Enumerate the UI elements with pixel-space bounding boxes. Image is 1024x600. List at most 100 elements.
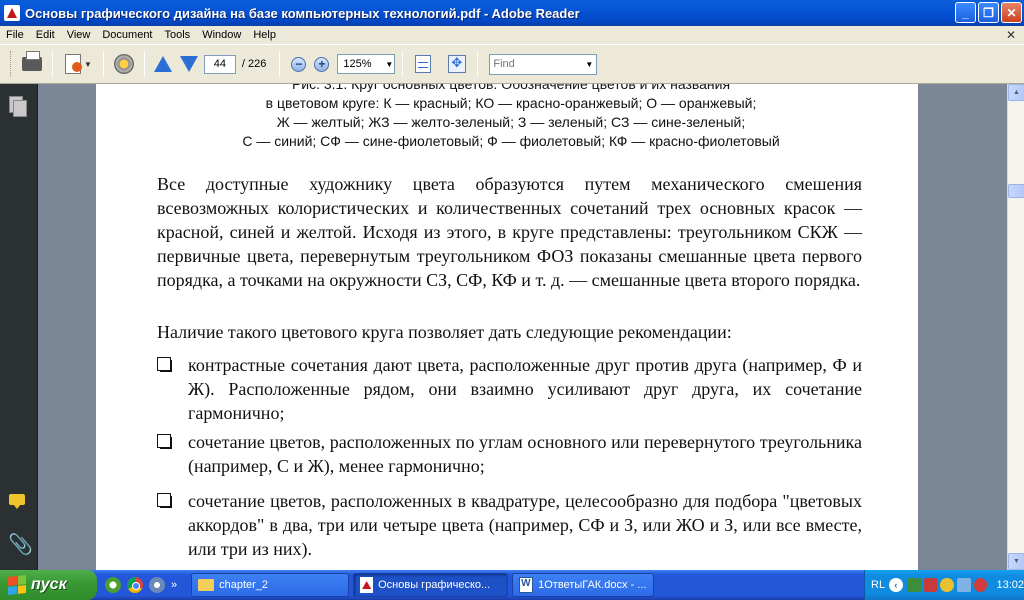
list-item-text: сочетание цветов, расположенных по углам…: [188, 432, 862, 476]
quick-launch: »: [105, 577, 177, 593]
menu-tools[interactable]: Tools: [159, 29, 197, 41]
list-item: сочетание цветов, расположенных по углам…: [157, 430, 862, 478]
menu-window[interactable]: Window: [196, 29, 247, 41]
toolbar-separator: [102, 51, 104, 77]
fit-page-button[interactable]: [444, 51, 470, 77]
previous-page-button[interactable]: [152, 53, 174, 75]
menu-document[interactable]: Document: [96, 29, 158, 41]
arrow-down-icon: [179, 56, 198, 72]
taskbar: пуск » chapter_2 Основы графическо... 1О…: [0, 570, 1024, 600]
media-player-icon[interactable]: [149, 577, 165, 593]
scroll-up-button[interactable]: ▲: [1008, 84, 1024, 101]
attachment-icon[interactable]: 📎: [8, 532, 33, 556]
list-item: сочетание цветов, расположенных в квадра…: [157, 489, 862, 561]
task-label: 1ОтветыГАК.docx - ...: [538, 579, 647, 591]
clock[interactable]: 13:02: [996, 579, 1024, 591]
comments-icon[interactable]: [9, 492, 29, 512]
close-button[interactable]: ✕: [1001, 2, 1022, 23]
windows-logo-icon: [8, 575, 26, 595]
toolbar-separator: [279, 51, 281, 77]
caption-line: в цветовом круге: К — красный; КО — крас…: [265, 95, 757, 111]
task-label: chapter_2: [219, 579, 269, 591]
chrome-icon[interactable]: [127, 577, 143, 593]
print-button[interactable]: [19, 51, 45, 77]
chevron-down-icon[interactable]: ▼: [584, 55, 594, 73]
adobe-reader-icon: [4, 5, 20, 21]
next-page-button[interactable]: [178, 53, 200, 75]
window-controls: _ ❐ ✕: [955, 2, 1022, 23]
find-input[interactable]: [490, 55, 585, 73]
document-close-icon[interactable]: ✕: [1006, 28, 1016, 42]
language-indicator[interactable]: RL: [871, 579, 885, 591]
caption-line: Рис. 3.1. Круг основных цветов. Обозначе…: [291, 84, 731, 92]
system-tray: RL ‹ 13:02: [864, 570, 1024, 600]
page-total: / 226: [241, 58, 267, 70]
menu-edit[interactable]: Edit: [30, 29, 61, 41]
zoom-select[interactable]: 125% ▼: [337, 54, 396, 74]
caption-line: Ж — желтый; ЖЗ — желто-зеленый; З — зеле…: [276, 114, 746, 130]
paragraph: Все доступные художнику цвета образуются…: [157, 174, 862, 290]
zoom-out-button[interactable]: −: [291, 56, 307, 72]
toolbar-separator: [143, 51, 145, 77]
pdf-icon: [360, 577, 374, 593]
quick-launch-more[interactable]: »: [171, 579, 177, 591]
toolbar-grip[interactable]: [10, 51, 13, 77]
volume-icon[interactable]: [957, 578, 971, 592]
menu-help[interactable]: Help: [247, 29, 282, 41]
paragraph: Наличие такого цветового круга позволяет…: [157, 322, 732, 342]
settings-button[interactable]: [111, 51, 137, 77]
page-number-input[interactable]: 44: [203, 54, 236, 74]
scrollbar-thumb[interactable]: [1008, 184, 1024, 198]
fit-page-icon: [448, 55, 467, 73]
utorrent-icon[interactable]: [105, 577, 121, 593]
toolbar-separator: [477, 51, 479, 77]
document-viewport[interactable]: Рис. 3.1. Круг основных цветов. Обозначе…: [39, 84, 1007, 570]
scroll-down-button[interactable]: ▼: [1008, 553, 1024, 570]
gear-icon: [113, 54, 134, 74]
tray-expand-button[interactable]: ‹: [889, 578, 903, 592]
task-button-reader[interactable]: Основы графическо...: [353, 573, 509, 597]
start-button[interactable]: пуск: [0, 570, 97, 600]
checkbox-bullet-icon: [157, 357, 172, 372]
fit-width-icon: [415, 55, 432, 73]
printer-icon: [22, 51, 42, 71]
minimize-button[interactable]: _: [955, 2, 976, 23]
collaborate-button[interactable]: [60, 51, 86, 77]
document-share-icon: [65, 54, 82, 74]
figure-caption: Рис. 3.1. Круг основных цветов. Обозначе…: [136, 84, 886, 151]
toolbar: ▼ 44 / 226 − + 125% ▼ ▼: [0, 44, 1024, 84]
task-label: Основы графическо...: [378, 579, 491, 591]
pages-icon[interactable]: [9, 96, 29, 117]
list-item-text: сочетание цветов, расположенных в квадра…: [188, 491, 862, 559]
messenger-icon[interactable]: [940, 578, 954, 592]
vertical-scrollbar[interactable]: ▲ ▼: [1007, 84, 1024, 570]
zoom-in-button[interactable]: +: [314, 56, 330, 72]
arrow-up-icon: [153, 56, 172, 72]
start-label: пуск: [31, 576, 67, 593]
title-bar[interactable]: Основы графического дизайна на базе комп…: [0, 0, 1024, 26]
task-button-word[interactable]: 1ОтветыГАК.docx - ...: [512, 573, 655, 597]
word-icon: [519, 577, 534, 593]
toolbar-separator: [52, 51, 53, 77]
pdf-page[interactable]: Рис. 3.1. Круг основных цветов. Обозначе…: [96, 84, 918, 570]
navigation-pane: 📎: [0, 84, 38, 570]
folder-icon: [198, 579, 215, 591]
menu-view[interactable]: View: [61, 29, 97, 41]
chevron-down-icon[interactable]: ▼: [384, 55, 394, 73]
maximize-button[interactable]: ❐: [978, 2, 999, 23]
task-button-explorer[interactable]: chapter_2: [191, 573, 350, 597]
zoom-value: 125%: [343, 58, 372, 70]
fit-width-button[interactable]: [410, 51, 436, 77]
menu-bar: File Edit View Document Tools Window Hel…: [0, 26, 1024, 44]
menu-file[interactable]: File: [0, 29, 30, 41]
network-icon[interactable]: [906, 578, 921, 592]
list-item-text: контрастные сочетания дают цвета, распол…: [188, 355, 862, 423]
checkbox-bullet-icon: [157, 434, 172, 449]
caption-line: С — синий; СФ — сине-фиолетовый; Ф — фио…: [242, 133, 780, 149]
network-disconnected-icon[interactable]: [923, 578, 938, 592]
checkbox-bullet-icon: [157, 493, 172, 508]
antivirus-icon[interactable]: [973, 578, 988, 592]
find-box: ▼: [489, 53, 598, 75]
toolbar-separator: [402, 51, 404, 77]
list-item: контрастные сочетания дают цвета, распол…: [157, 353, 862, 425]
